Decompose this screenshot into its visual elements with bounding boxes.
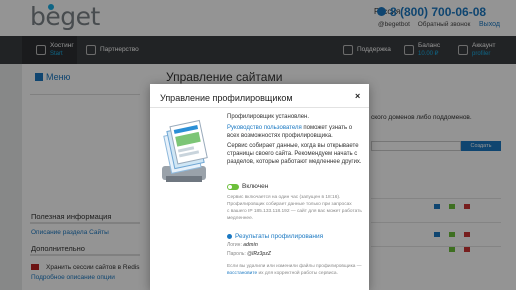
close-icon[interactable]: × xyxy=(355,91,360,101)
modal-title: Управление профилировщиком xyxy=(160,93,293,103)
profiler-modal: Управление профилировщиком × Профилировщ… xyxy=(150,84,369,290)
password-row: Пароль: @lRz3pzZ xyxy=(227,251,271,257)
restore-note-line-2: восстановите их для корректной работы се… xyxy=(227,271,363,277)
restore-note-line-1: Если вы удалили или изменили файлы профи… xyxy=(227,264,362,269)
profiler-illustration-icon xyxy=(162,119,208,182)
login-value: admin xyxy=(243,242,258,248)
modal-divider xyxy=(150,107,369,108)
restore-link[interactable]: восстановите xyxy=(227,271,257,276)
user-guide-link[interactable]: Руководство пользователя xyxy=(227,125,302,131)
password-value: @lRz3pzZ xyxy=(247,251,271,257)
toggle-label: Включен xyxy=(242,183,269,190)
login-row: Логин: admin xyxy=(227,242,258,248)
status-line-4: медленнее. xyxy=(227,216,254,221)
status-line-2: Профилировщик собирает данные только при… xyxy=(227,202,352,207)
guide-paragraph: Руководство пользователя поможет узнать … xyxy=(227,124,362,140)
login-label: Логин: xyxy=(227,242,244,248)
profiler-description: Сервис собирает данные, когда вы открыва… xyxy=(227,143,362,165)
status-line-1: Сервис включается на один час (запущен в… xyxy=(227,195,341,200)
results-link-label: Результаты профилирования xyxy=(235,233,324,240)
password-label: Пароль: xyxy=(227,251,248,257)
status-line-3: с вашего IP 185.133.118.192 — сайт для в… xyxy=(227,209,362,214)
profiler-enabled-toggle[interactable] xyxy=(227,184,239,190)
profiler-installed-text: Профилировщик установлен. xyxy=(227,114,310,120)
results-link[interactable]: Результаты профилирования xyxy=(227,233,323,240)
restore-note-text: их для корректной работы сервиса. xyxy=(257,271,338,276)
results-icon xyxy=(227,234,232,239)
